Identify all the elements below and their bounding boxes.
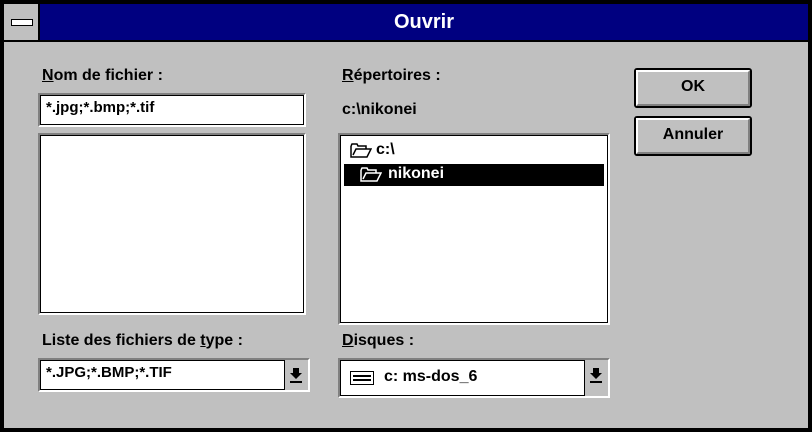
directory-item-label: c:\ — [376, 141, 395, 158]
directory-item-nikonei[interactable]: nikonei — [344, 164, 604, 186]
system-menu-icon — [11, 19, 33, 26]
directories-label: Répertoires : — [342, 67, 441, 84]
drives-dropdown-button[interactable] — [584, 360, 608, 396]
filetype-value: *.JPG;*.BMP;*.TIF — [46, 364, 172, 381]
system-menu-button[interactable] — [4, 4, 40, 40]
filename-input[interactable]: *.jpg;*.bmp;*.tif — [38, 93, 306, 127]
directory-list[interactable]: c:\ nikonei — [338, 133, 610, 325]
filetype-dropdown[interactable]: *.JPG;*.BMP;*.TIF — [38, 358, 310, 392]
window-title: Ouvrir — [393, 11, 455, 33]
filename-value: *.jpg;*.bmp;*.tif — [46, 99, 155, 116]
filetype-dropdown-button[interactable] — [284, 360, 308, 390]
filename-label: Nom de fichier : — [42, 67, 163, 84]
open-dialog: Ouvrir Nom de fichier : *.jpg;*.bmp;*.ti… — [0, 0, 812, 432]
drive-icon — [350, 371, 374, 385]
title-bar[interactable]: Ouvrir — [4, 4, 808, 42]
filename-list[interactable] — [38, 133, 306, 315]
open-folder-icon — [350, 143, 372, 158]
directory-item-label: nikonei — [388, 165, 445, 182]
open-folder-icon — [360, 167, 382, 182]
ok-button[interactable]: OK — [634, 68, 752, 108]
drives-label: Disques : — [342, 332, 415, 349]
current-directory: c:\nikonei — [342, 101, 417, 118]
drives-value: c: ms-dos_6 — [384, 368, 478, 385]
cancel-button[interactable]: Annuler — [634, 116, 752, 156]
chevron-down-icon — [290, 368, 302, 383]
drives-dropdown[interactable]: c: ms-dos_6 — [338, 358, 610, 398]
directory-item-root[interactable]: c:\ — [344, 140, 604, 162]
chevron-down-icon — [590, 368, 602, 383]
filetype-label: Liste des fichiers de type : — [42, 332, 243, 349]
